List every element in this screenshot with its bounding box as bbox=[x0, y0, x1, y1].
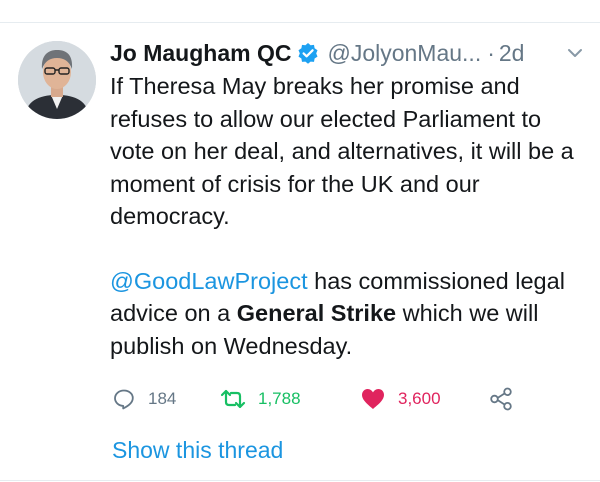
reply-count: 184 bbox=[148, 389, 177, 408]
tweet-paragraph-1: If Theresa May breaks her promise and re… bbox=[110, 73, 574, 229]
chevron-down-icon[interactable] bbox=[564, 42, 586, 64]
author-handle[interactable]: @JolyonMau... bbox=[327, 40, 481, 67]
verified-badge-icon bbox=[297, 42, 319, 64]
share-button[interactable] bbox=[488, 382, 514, 416]
author-name[interactable]: Jo Maugham QC bbox=[110, 40, 291, 67]
share-icon bbox=[490, 387, 512, 411]
reply-icon bbox=[114, 389, 134, 410]
retweet-count: 1,788 bbox=[258, 389, 301, 408]
reply-button[interactable]: 184 bbox=[112, 382, 176, 416]
mention-link[interactable]: @GoodLawProject bbox=[110, 268, 308, 294]
tweet-actions: 184 1,788 3,600 bbox=[112, 382, 532, 416]
tweet-header: Jo Maugham QC @JolyonMau... · 2d bbox=[110, 36, 586, 70]
retweet-icon bbox=[220, 389, 246, 409]
show-thread-link[interactable]: Show this thread bbox=[112, 437, 283, 464]
top-divider bbox=[0, 22, 600, 23]
like-count: 3,600 bbox=[398, 389, 441, 408]
tweet-paragraph-2: @GoodLawProject has commissioned legal a… bbox=[110, 265, 590, 363]
header-separator: · bbox=[487, 39, 495, 66]
heart-icon bbox=[362, 389, 384, 409]
tweet-bold-text: General Strike bbox=[236, 300, 397, 326]
tweet-timestamp[interactable]: 2d bbox=[499, 40, 525, 67]
avatar-image bbox=[18, 41, 96, 119]
retweet-button[interactable]: 1,788 bbox=[220, 382, 301, 416]
like-button[interactable]: 3,600 bbox=[360, 382, 441, 416]
bottom-divider bbox=[0, 480, 600, 481]
avatar[interactable] bbox=[18, 41, 96, 119]
tweet-text: If Theresa May breaks her promise and re… bbox=[110, 70, 590, 362]
